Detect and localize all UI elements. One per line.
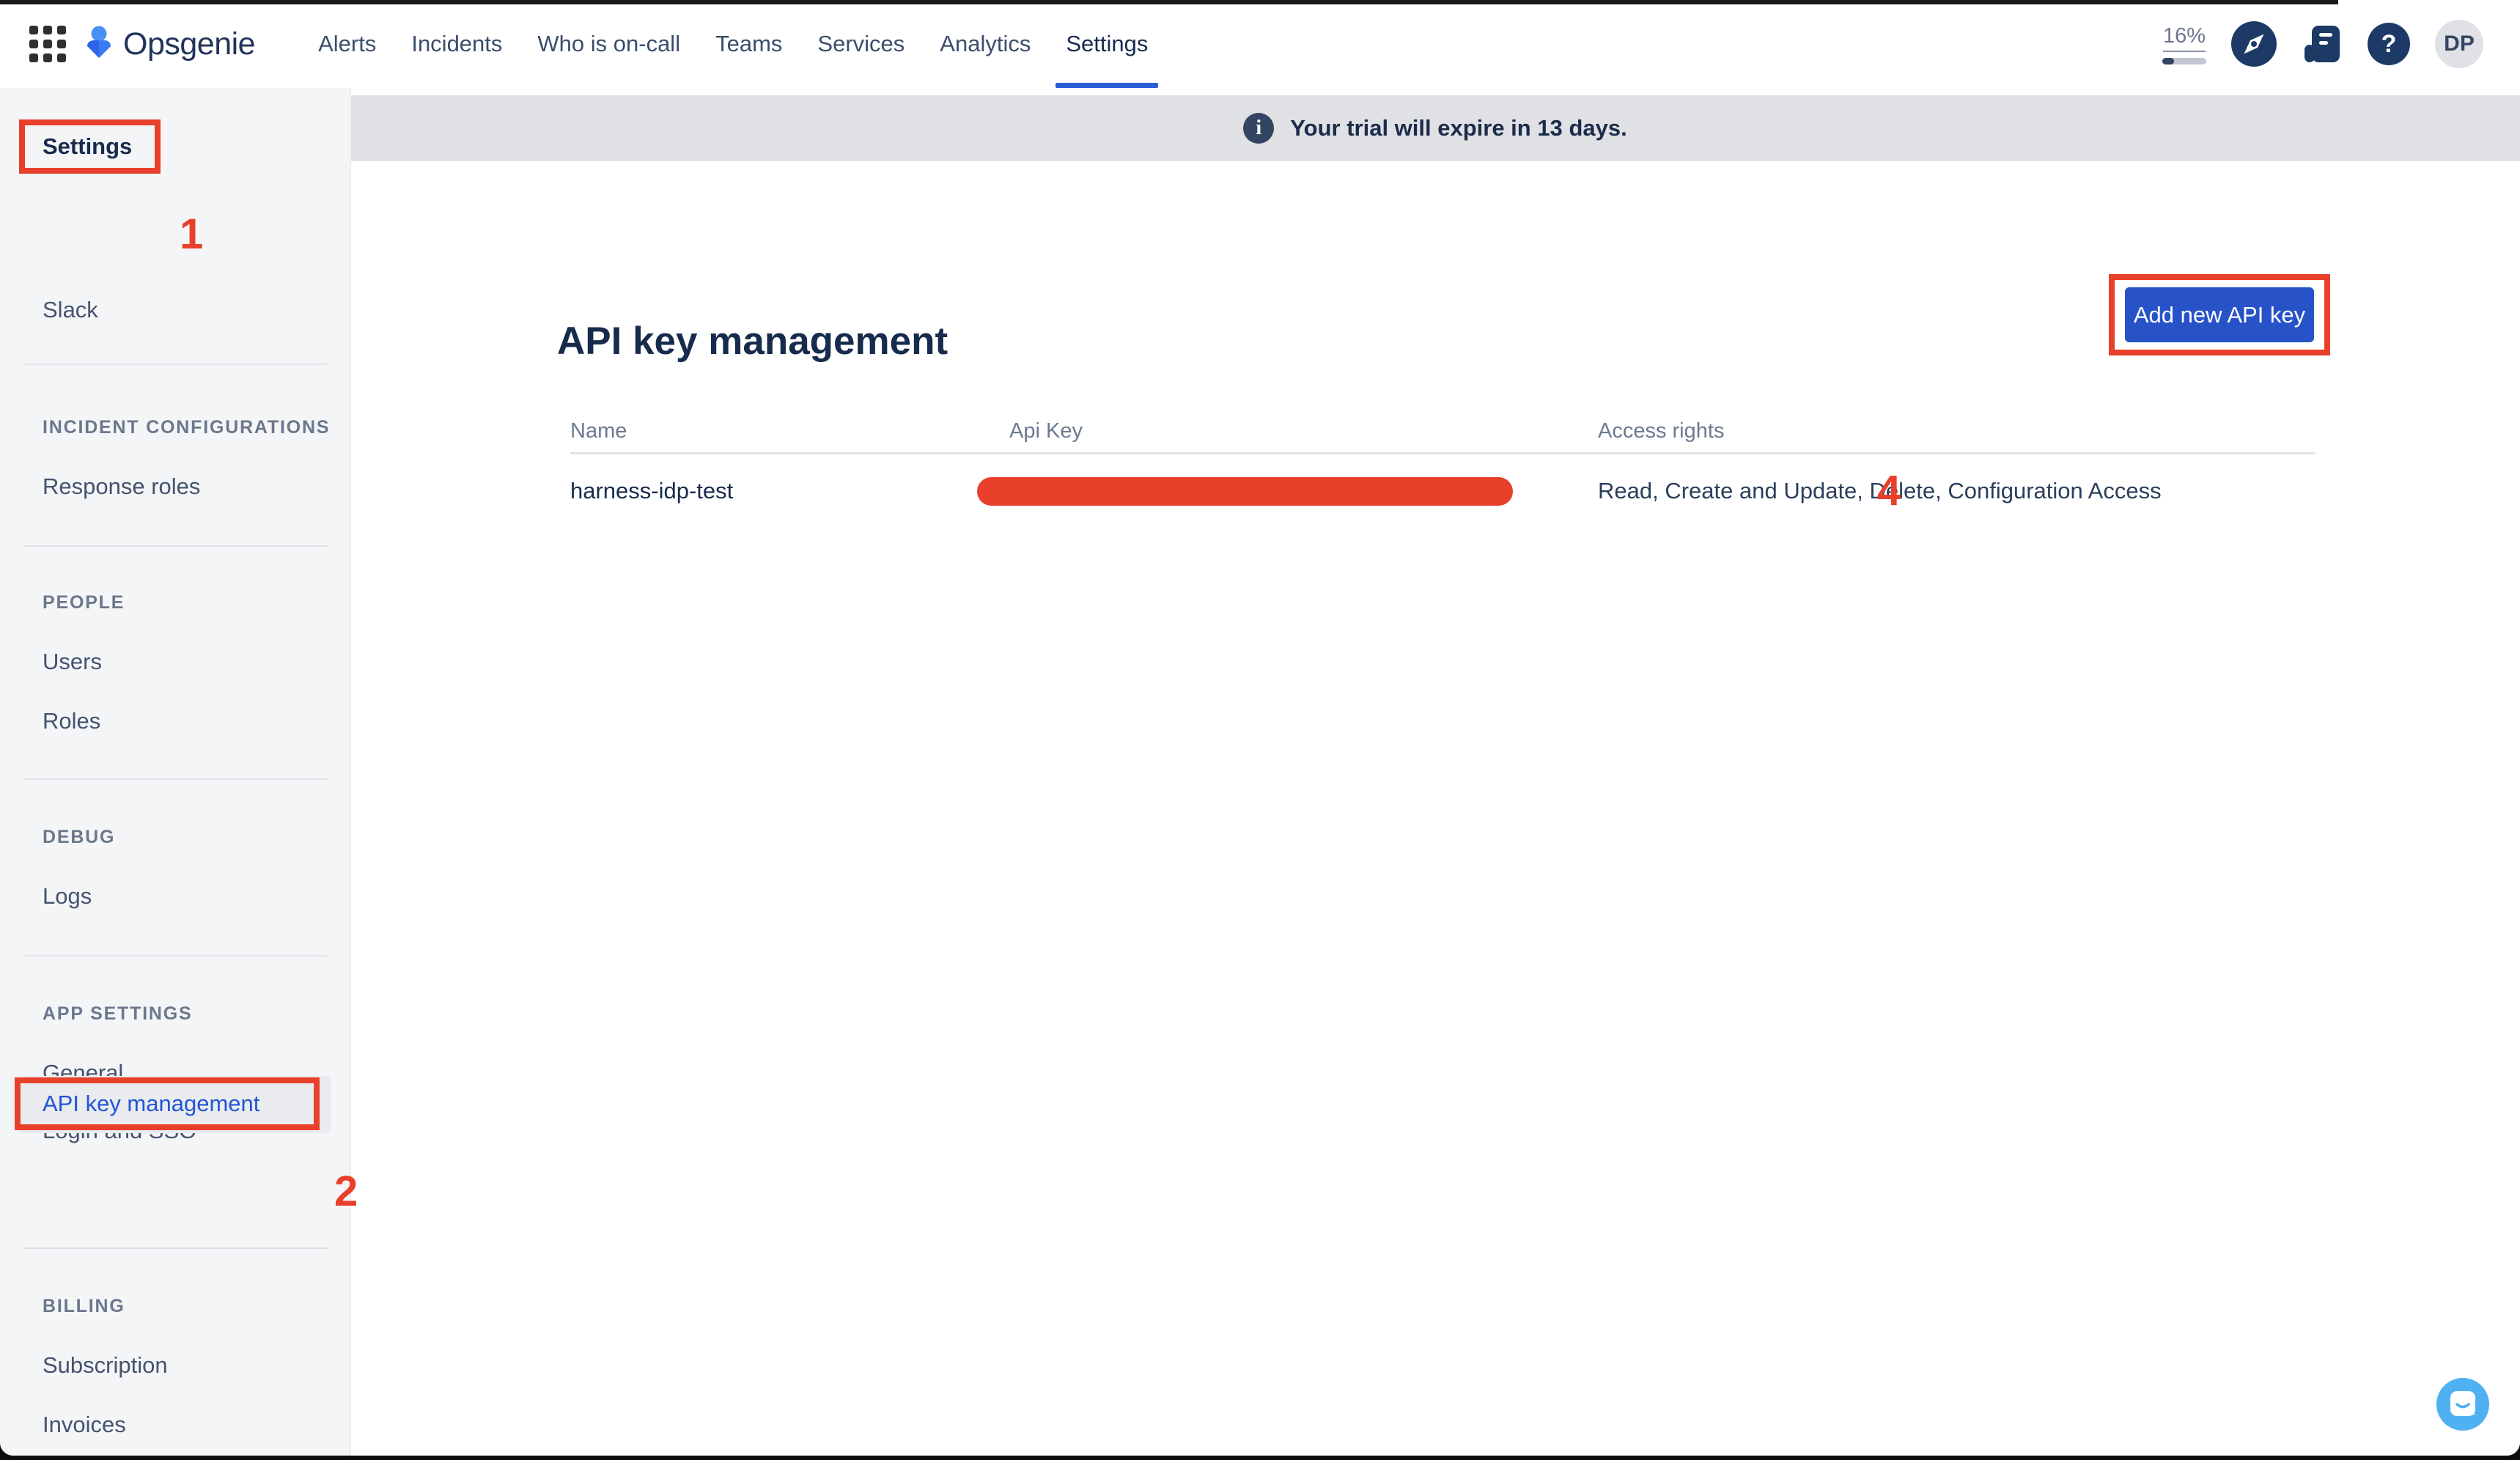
trial-banner: i Your trial will expire in 13 days. xyxy=(350,95,2520,161)
sidebar-item-users[interactable]: Users xyxy=(43,646,102,678)
annotation-number-1: 1 xyxy=(180,213,203,256)
release-notes-icon[interactable] xyxy=(2302,23,2343,65)
column-header-access-rights: Access rights xyxy=(1598,419,1724,443)
chat-widget-button[interactable] xyxy=(2436,1378,2489,1431)
column-header-api-key: Api Key xyxy=(1009,419,1083,443)
opsgenie-logo-icon xyxy=(85,26,113,62)
sidebar-header-debug: DEBUG xyxy=(43,824,115,850)
sidebar-item-api-key-management[interactable]: API key management xyxy=(43,1088,259,1120)
info-icon: i xyxy=(1243,113,1274,144)
sidebar-divider xyxy=(24,778,328,780)
top-navbar: Opsgenie Alerts Incidents Who is on-call… xyxy=(0,0,2520,88)
window-edge-artifact xyxy=(0,0,2338,4)
nav-item-alerts[interactable]: Alerts xyxy=(301,0,394,88)
trial-usage-percent: 16% xyxy=(2163,24,2206,52)
sidebar-divider xyxy=(24,1247,328,1249)
page-title: API key management xyxy=(557,318,948,365)
opsgenie-brand[interactable]: Opsgenie xyxy=(85,26,255,62)
nav-item-analytics[interactable]: Analytics xyxy=(922,0,1048,88)
add-new-api-key-button[interactable]: Add new API key xyxy=(2125,287,2314,342)
sidebar-item-subscription[interactable]: Subscription xyxy=(43,1349,168,1382)
annotation-box-3: Add new API key xyxy=(2109,274,2330,355)
sidebar-divider xyxy=(24,545,328,547)
nav-item-settings[interactable]: Settings xyxy=(1048,0,1165,88)
nav-item-services[interactable]: Services xyxy=(800,0,922,88)
table-header-divider xyxy=(570,452,2315,454)
settings-sidebar: Settings 1 Slack INCIDENT CONFIGURATIONS… xyxy=(0,88,351,1456)
nav-item-incidents[interactable]: Incidents xyxy=(394,0,520,88)
sidebar-item-logs[interactable]: Logs xyxy=(43,880,92,912)
user-avatar[interactable]: DP xyxy=(2435,20,2483,68)
nav-item-who-is-on-call[interactable]: Who is on-call xyxy=(520,0,698,88)
sidebar-header-app-settings: APP SETTINGS xyxy=(43,1000,193,1027)
chat-bubble-icon xyxy=(2447,1388,2479,1420)
trial-usage-bar xyxy=(2162,58,2206,64)
sidebar-item-roles[interactable]: Roles xyxy=(43,705,100,737)
annotation-box-1: Settings xyxy=(19,119,161,174)
brand-name: Opsgenie xyxy=(123,26,255,62)
app-switcher-icon[interactable] xyxy=(29,26,66,62)
compass-icon[interactable] xyxy=(2231,21,2277,67)
sidebar-item-response-roles[interactable]: Response roles xyxy=(43,471,200,503)
primary-nav: Alerts Incidents Who is on-call Teams Se… xyxy=(301,0,1165,88)
sidebar-header-incident-configurations: INCIDENT CONFIGURATIONS xyxy=(43,414,330,440)
column-header-name: Name xyxy=(570,419,627,443)
nav-item-teams[interactable]: Teams xyxy=(698,0,800,88)
sidebar-header-people: PEOPLE xyxy=(43,589,125,616)
annotation-number-2: 2 xyxy=(334,1170,358,1213)
trial-banner-text: Your trial will expire in 13 days. xyxy=(1290,115,1626,141)
navbar-right-cluster: 16% ? DP xyxy=(2162,20,2520,68)
help-icon[interactable]: ? xyxy=(2368,23,2410,65)
app-window: Opsgenie Alerts Incidents Who is on-call… xyxy=(0,0,2520,1456)
annotation-number-4: 4 xyxy=(1877,470,1901,512)
api-key-redaction-overlay xyxy=(977,477,1513,506)
sidebar-item-slack[interactable]: Slack xyxy=(43,294,98,326)
sidebar-item-invoices[interactable]: Invoices xyxy=(43,1409,126,1441)
sidebar-header-billing: BILLING xyxy=(43,1293,125,1319)
sidebar-item-settings[interactable]: Settings xyxy=(25,133,132,160)
main-content: i Your trial will expire in 13 days. API… xyxy=(350,88,2520,1456)
api-key-row-name: harness-idp-test xyxy=(570,475,733,507)
trial-usage-indicator[interactable]: 16% xyxy=(2162,24,2206,64)
sidebar-divider xyxy=(24,955,328,956)
sidebar-divider xyxy=(24,364,328,365)
